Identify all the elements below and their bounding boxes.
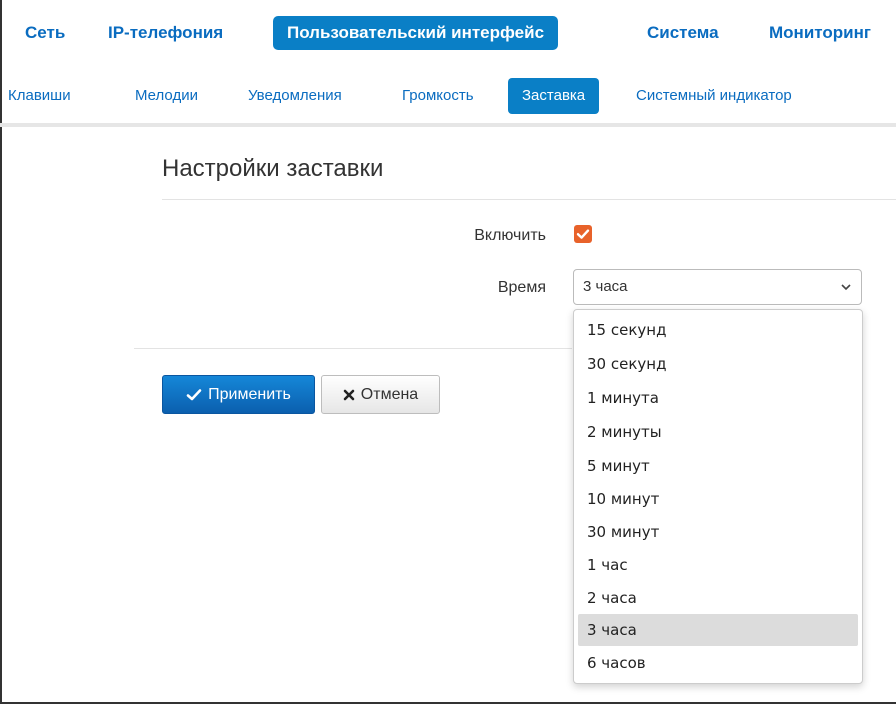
top-nav-item-user-interface[interactable]: Пользовательский интерфейс (273, 16, 559, 50)
close-icon (343, 389, 355, 400)
sub-nav-item-system-indicator[interactable]: Системный индикатор (636, 78, 792, 114)
sub-nav-item-screensaver[interactable]: Заставка (508, 78, 600, 114)
sub-nav-item-volume[interactable]: Громкость (402, 78, 474, 114)
check-icon (186, 388, 202, 400)
cancel-button-label: Отмена (360, 385, 419, 403)
dropdown-option[interactable]: 6 часов (578, 647, 858, 679)
top-nav: Сеть IP-телефония Пользовательский интер… (0, 0, 896, 56)
dropdown-option-selected[interactable]: 3 часа (578, 614, 858, 646)
time-label: Время (497, 279, 546, 296)
time-select[interactable]: 3 часа (573, 269, 862, 305)
enable-checkbox[interactable] (574, 225, 592, 243)
top-nav-item-monitoring[interactable]: Мониторинг (769, 16, 871, 50)
checkmark-icon (576, 229, 590, 239)
dropdown-option[interactable]: 5 минут (578, 450, 858, 482)
sub-nav-item-notifications[interactable]: Уведомления (248, 78, 342, 114)
time-select-value: 3 часа (583, 278, 628, 295)
enable-label: Включить (474, 227, 546, 244)
page-title: Настройки заставки (162, 155, 384, 182)
time-dropdown-list: 15 секунд 30 секунд 1 минута 2 минуты 5 … (573, 309, 863, 684)
sub-nav-item-melodies[interactable]: Мелодии (135, 78, 198, 114)
dropdown-option[interactable]: 30 секунд (578, 348, 858, 380)
top-nav-item-system[interactable]: Система (647, 16, 719, 50)
apply-button-label: Применить (208, 385, 291, 403)
form-divider (134, 348, 572, 349)
dropdown-option[interactable]: 15 секунд (578, 314, 858, 346)
title-divider (162, 199, 896, 200)
cancel-button[interactable]: Отмена (321, 375, 440, 414)
dropdown-option[interactable]: 30 минут (578, 516, 858, 548)
dropdown-option[interactable]: 2 минуты (578, 416, 858, 448)
dropdown-option[interactable]: 1 час (578, 549, 858, 581)
dropdown-option[interactable]: 1 минута (578, 382, 858, 414)
top-nav-item-ip-telephony[interactable]: IP-телефония (108, 16, 223, 50)
dropdown-option[interactable]: 2 часа (578, 582, 858, 614)
sub-nav: Клавиши Мелодии Уведомления Громкость За… (0, 72, 896, 124)
dropdown-option[interactable]: 10 минут (578, 483, 858, 515)
nav-divider (0, 123, 896, 127)
chevron-down-icon (841, 284, 851, 291)
apply-button[interactable]: Применить (162, 375, 315, 414)
sub-nav-item-keys[interactable]: Клавиши (8, 78, 71, 114)
top-nav-item-network[interactable]: Сеть (25, 16, 65, 50)
